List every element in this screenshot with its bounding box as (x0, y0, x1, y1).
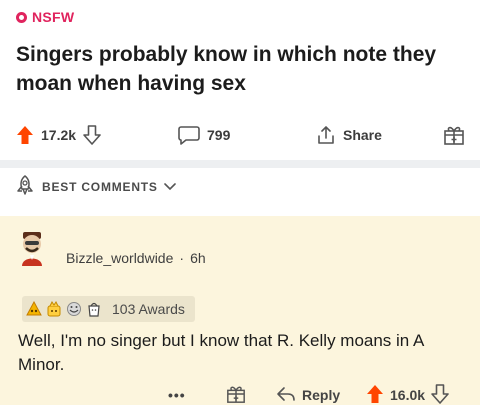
post-actions: 17.2k 799 Share (0, 120, 480, 150)
comment-actions: ••• Reply 16.0k (0, 382, 480, 405)
comment-award-button[interactable] (226, 382, 246, 405)
upvote-arrow-icon[interactable] (16, 125, 34, 145)
award-button[interactable] (443, 120, 465, 150)
comment-bubble-icon (178, 125, 200, 145)
share-icon (316, 125, 336, 145)
comment-body: Well, I'm no singer but I know that R. K… (18, 331, 424, 374)
award-icon (67, 302, 81, 316)
chevron-down-icon (163, 178, 176, 196)
gift-icon (226, 384, 246, 405)
nsfw-label: NSFW (32, 9, 75, 25)
post-title: Singers probably know in which note they… (16, 43, 437, 95)
comments-button[interactable]: 799 (178, 120, 230, 150)
avatar-icon (22, 232, 42, 266)
comment-meta: Bizzle_worldwide · 6h (66, 250, 206, 266)
nsfw-tag: NSFW (16, 9, 74, 25)
comment: Bizzle_worldwide · 6h 103 Awards Well, I… (0, 216, 480, 405)
downvote-arrow-icon[interactable] (431, 383, 449, 405)
comment-count: 799 (207, 127, 231, 143)
upvote-arrow-icon[interactable] (366, 384, 384, 405)
post: NSFW Singers probably know in which note… (0, 0, 480, 166)
rocket-icon (14, 174, 36, 201)
gift-icon (443, 124, 465, 146)
meta-separator: · (179, 250, 185, 266)
post-upvote-count: 17.2k (41, 127, 77, 143)
awards-count: 103 Awards (112, 301, 185, 317)
reply-icon (276, 386, 296, 405)
award-icon (47, 301, 61, 317)
more-options-button[interactable]: ••• (168, 382, 186, 405)
nsfw-icon (16, 11, 27, 23)
sort-label: BEST COMMENTS (42, 180, 158, 194)
downvote-arrow-icon[interactable] (83, 125, 101, 145)
share-label: Share (343, 127, 382, 143)
comment-age: 6h (190, 250, 206, 266)
comment-sort-selector[interactable]: BEST COMMENTS (0, 168, 480, 206)
reply-label: Reply (302, 387, 341, 403)
share-button[interactable]: Share (316, 120, 382, 150)
award-icon (26, 301, 42, 316)
comment-upvote-count: 16.0k (390, 387, 426, 403)
reply-button[interactable]: Reply (276, 382, 340, 405)
avatar[interactable] (16, 230, 48, 266)
comment-vote-group: 16.0k (366, 382, 449, 405)
post-vote-group: 17.2k (16, 120, 101, 150)
comment-author[interactable]: Bizzle_worldwide (66, 250, 173, 266)
awards-strip[interactable]: 103 Awards (22, 296, 195, 322)
section-divider (0, 160, 480, 168)
award-icon (88, 302, 100, 317)
